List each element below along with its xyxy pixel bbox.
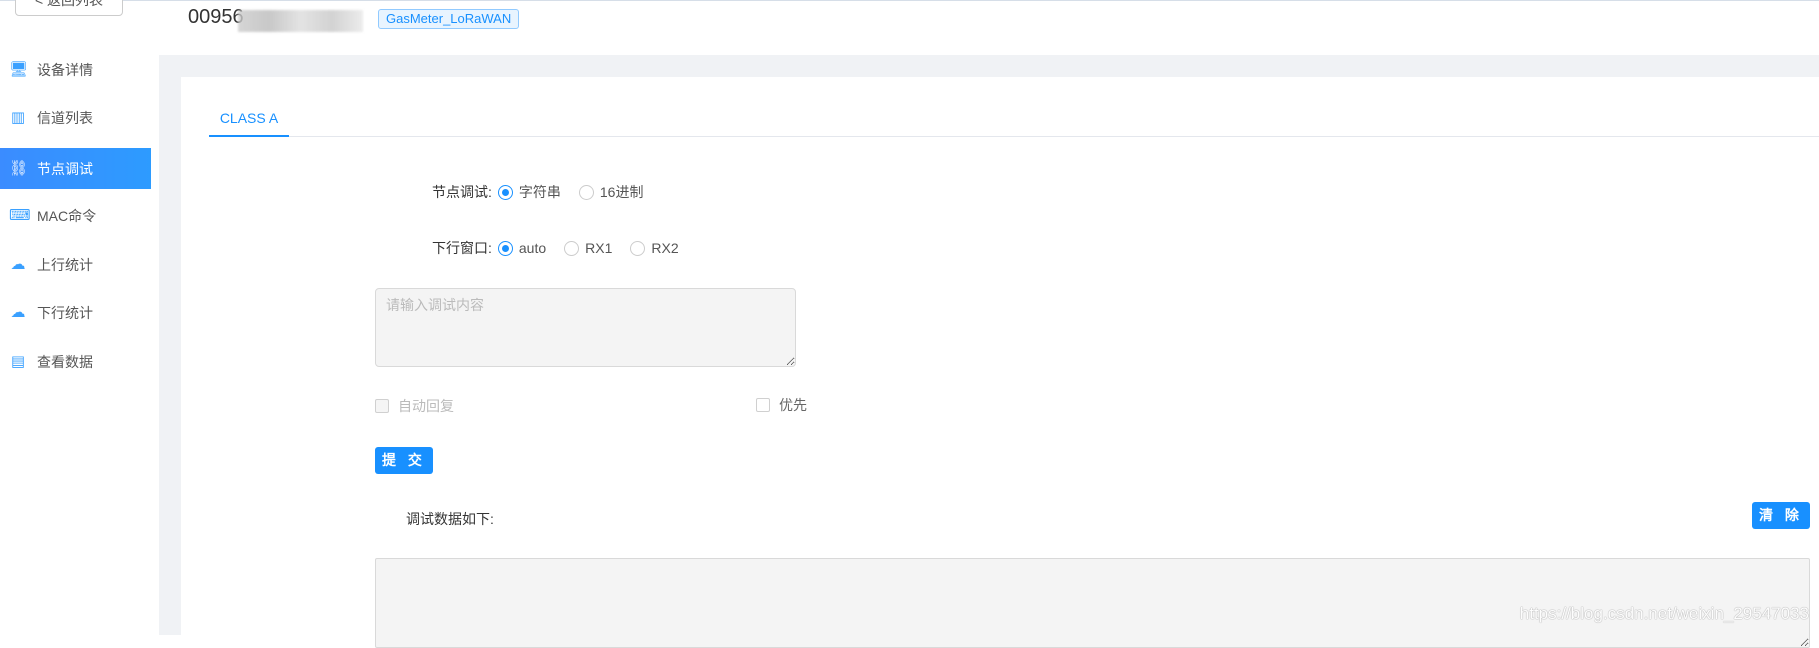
radio-icon[interactable] (578, 184, 594, 200)
downlink-window-row: 下行窗口: auto RX1 RX2 (432, 238, 697, 258)
priority-checkbox[interactable]: 优先 (756, 395, 807, 415)
sidebar-item-downlink-stats[interactable]: ☁ 下行统计 (0, 292, 151, 333)
debug-content-input[interactable] (375, 288, 796, 367)
tab-class-a[interactable]: CLASS A (209, 100, 289, 137)
data-chart-icon: ▤ (10, 352, 26, 370)
top-border (0, 0, 1819, 1)
sidebar-item-label: 设备详情 (37, 61, 93, 78)
monitor-icon: 🖥 (9, 60, 29, 78)
sidebar-item-label: MAC命令 (37, 207, 97, 224)
radio-icon[interactable] (564, 240, 580, 256)
radio-icon[interactable] (497, 240, 513, 256)
radio-rx1[interactable]: RX1 (564, 240, 612, 256)
bar-chart-icon: ▥ (10, 108, 26, 126)
radio-label: 字符串 (518, 184, 561, 200)
radio-label: 16进制 (599, 184, 644, 200)
sidebar-item-mac-command[interactable]: ⌨ MAC命令 (0, 195, 151, 236)
radio-label: RX1 (585, 240, 613, 256)
device-id: 00956 (188, 6, 244, 28)
sidebar-item-label: 下行统计 (37, 304, 93, 321)
radio-icon[interactable] (497, 184, 513, 200)
sidebar-item-label: 信道列表 (37, 109, 93, 126)
checkbox-icon[interactable] (375, 399, 389, 413)
redacted-id (238, 10, 363, 32)
tab-bar: CLASS A (209, 100, 1819, 137)
debug-mode-row: 节点调试: 字符串 16进制 (432, 182, 661, 202)
sidebar-item-label: 节点调试 (37, 160, 93, 177)
cloud-download-icon: ☁ (10, 303, 26, 321)
debug-mode-label: 节点调试: (432, 184, 492, 200)
sidebar-item-node-debug[interactable]: ⛓ 节点调试 (0, 148, 151, 189)
radio-label: RX2 (651, 240, 679, 256)
submit-button[interactable]: 提 交 (375, 447, 433, 474)
radio-hex[interactable]: 16进制 (578, 182, 644, 202)
node-debug-icon: ⛓ (9, 159, 29, 177)
downlink-window-label: 下行窗口: (432, 240, 492, 256)
radio-rx2[interactable]: RX2 (630, 240, 679, 256)
clear-button[interactable]: 清 除 (1752, 502, 1810, 529)
radio-string[interactable]: 字符串 (497, 182, 561, 202)
code-monitor-icon: ⌨ (9, 206, 31, 224)
sidebar-item-uplink-stats[interactable]: ☁ 上行统计 (0, 244, 151, 285)
radio-icon[interactable] (630, 240, 646, 256)
checkbox-icon[interactable] (756, 398, 770, 412)
watermark: https://blog.csdn.net/weixin_29547033 (1519, 604, 1809, 623)
checkbox-label: 自动回复 (398, 398, 454, 414)
auto-reply-checkbox[interactable]: 自动回复 (375, 396, 454, 416)
sidebar-item-device-detail[interactable]: 🖥 设备详情 (0, 49, 151, 90)
checkbox-label: 优先 (779, 397, 807, 413)
back-to-list-button[interactable]: < 返回列表 (15, 0, 123, 16)
radio-label: auto (518, 240, 547, 256)
cloud-upload-icon: ☁ (10, 255, 26, 273)
sidebar-item-view-data[interactable]: ▤ 查看数据 (0, 341, 151, 382)
radio-auto[interactable]: auto (497, 240, 547, 256)
sidebar-item-label: 查看数据 (37, 353, 93, 370)
output-label: 调试数据如下: (406, 511, 494, 527)
device-type-tag: GasMeter_LoRaWAN (378, 9, 520, 29)
sidebar-item-label: 上行统计 (37, 256, 93, 273)
sidebar-item-channel-list[interactable]: ▥ 信道列表 (0, 97, 151, 138)
